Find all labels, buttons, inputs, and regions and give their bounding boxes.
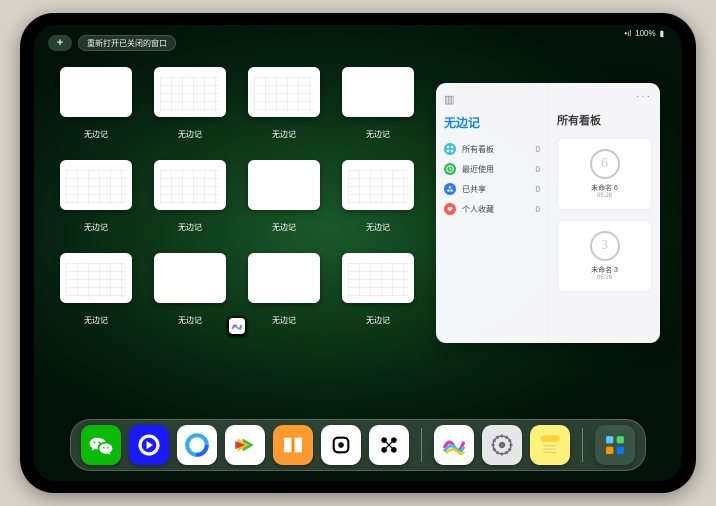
dock-app-unknown-dice[interactable] [321, 425, 361, 465]
sidebar-item-label: 已共享 [462, 184, 486, 195]
window-thumbnail[interactable]: 无边记 [342, 253, 414, 326]
thumbnail-label: 无边记 [84, 222, 108, 233]
stage-manager-controls: + 重新打开已关闭的窗口 [48, 35, 176, 51]
board-card[interactable]: 3 未命名 3 05:26 [557, 220, 652, 292]
dock-app-freeform[interactable] [434, 425, 474, 465]
battery-label: 100% [635, 29, 655, 38]
share-icon [444, 183, 456, 195]
sidebar-item[interactable]: 个人收藏 0 [444, 199, 540, 219]
dock-app-qq-browser[interactable] [177, 425, 217, 465]
dock-app-settings[interactable] [482, 425, 522, 465]
sidebar-toggle-icon[interactable]: ▥ [444, 93, 540, 106]
sidebar-item-label: 个人收藏 [462, 204, 494, 215]
dock-separator [421, 428, 422, 462]
window-thumbnail-grid: 无边记 无边记 无边记 无边记 无边记 无边记 无边记 无边记 无边记 无边记 … [60, 67, 414, 326]
reopen-closed-window-button[interactable]: 重新打开已关闭的窗口 [78, 35, 176, 51]
sidebar-item[interactable]: 已共享 0 [444, 179, 540, 199]
board-card[interactable]: 6 未命名 6 05:28 [557, 138, 652, 210]
dock-separator [582, 428, 583, 462]
freeform-boards-pane: ··· 所有看板 6 未命名 6 05:28 3 未命名 3 05:26 [548, 83, 660, 343]
dock-app-tencent-video[interactable] [129, 425, 169, 465]
window-thumbnail[interactable]: 无边记 [154, 253, 226, 326]
board-time: 05:28 [597, 193, 612, 199]
freeform-app-icon [229, 318, 245, 334]
dock-app-unknown-dots[interactable] [369, 425, 409, 465]
sidebar-item[interactable]: 最近使用 0 [444, 159, 540, 179]
thumbnail-label: 无边记 [84, 129, 108, 140]
sidebar-item-count: 0 [536, 205, 540, 214]
board-time: 05:26 [597, 275, 612, 281]
dock-app-app-library[interactable] [595, 425, 635, 465]
add-window-button[interactable]: + [48, 35, 72, 51]
boards-heading: 所有看板 [557, 112, 652, 128]
sidebar-item-count: 0 [536, 185, 540, 194]
window-thumbnail[interactable]: 无边记 [248, 67, 320, 140]
sidebar-item-count: 0 [536, 165, 540, 174]
more-icon[interactable]: ··· [636, 91, 652, 102]
ipad-screen: •ıl 100% ▮ + 重新打开已关闭的窗口 无边记 无边记 无边记 无边记 … [34, 25, 682, 481]
thumbnail-label: 无边记 [366, 129, 390, 140]
board-preview: 6 [590, 149, 620, 179]
thumbnail-label: 无边记 [272, 222, 296, 233]
ipad-device-frame: •ıl 100% ▮ + 重新打开已关闭的窗口 无边记 无边记 无边记 无边记 … [20, 13, 696, 493]
dock [70, 419, 646, 471]
window-thumbnail[interactable]: 无边记 [60, 67, 132, 140]
window-thumbnail[interactable]: 无边记 [60, 253, 132, 326]
freeform-sidebar-title: 无边记 [444, 114, 540, 131]
freeform-window[interactable]: ▥ 无边记 所有看板 0 最近使用 0 已共享 0 个人收藏 0 ··· 所有看… [436, 83, 660, 343]
sidebar-item-label: 最近使用 [462, 164, 494, 175]
thumbnail-label: 无边记 [84, 315, 108, 326]
thumbnail-label: 无边记 [178, 222, 202, 233]
status-bar: •ıl 100% ▮ [624, 29, 664, 38]
thumbnail-label: 无边记 [272, 315, 296, 326]
window-thumbnail[interactable]: 无边记 [248, 160, 320, 233]
grid-icon [444, 143, 456, 155]
battery-icon: ▮ [660, 29, 664, 38]
signal-icon: •ıl [624, 29, 631, 38]
sidebar-item[interactable]: 所有看板 0 [444, 139, 540, 159]
heart-icon [444, 203, 456, 215]
thumbnail-label: 无边记 [272, 129, 296, 140]
window-thumbnail[interactable]: 无边记 [342, 67, 414, 140]
thumbnail-label: 无边记 [178, 315, 202, 326]
board-title: 未命名 3 [591, 265, 618, 275]
window-thumbnail[interactable]: 无边记 [248, 253, 320, 326]
thumbnail-label: 无边记 [366, 315, 390, 326]
window-thumbnail[interactable]: 无边记 [60, 160, 132, 233]
dock-app-bilibili[interactable] [225, 425, 265, 465]
thumbnail-label: 无边记 [366, 222, 390, 233]
clock-icon [444, 163, 456, 175]
dock-app-wechat[interactable] [81, 425, 121, 465]
dock-app-notes[interactable] [530, 425, 570, 465]
window-thumbnail[interactable]: 无边记 [342, 160, 414, 233]
window-thumbnail[interactable]: 无边记 [154, 160, 226, 233]
board-title: 未命名 6 [591, 183, 618, 193]
dock-app-books[interactable] [273, 425, 313, 465]
sidebar-item-label: 所有看板 [462, 144, 494, 155]
board-preview: 3 [590, 231, 620, 261]
sidebar-item-count: 0 [536, 145, 540, 154]
window-thumbnail[interactable]: 无边记 [154, 67, 226, 140]
freeform-sidebar: ▥ 无边记 所有看板 0 最近使用 0 已共享 0 个人收藏 0 [436, 83, 548, 343]
thumbnail-label: 无边记 [178, 129, 202, 140]
